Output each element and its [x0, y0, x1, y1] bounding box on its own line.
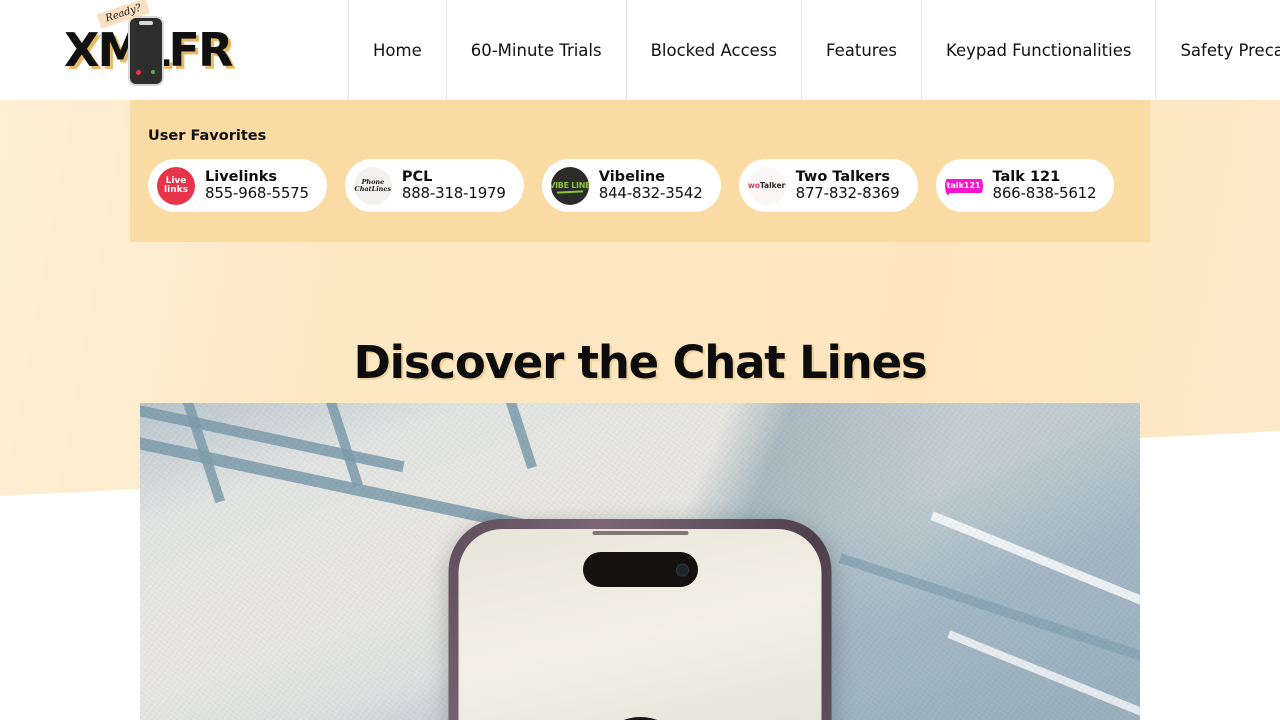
favorite-phone: 855-968-5575 [205, 184, 309, 203]
nav-item-home[interactable]: Home [348, 0, 446, 100]
favorite-phone: 877-832-8369 [795, 184, 900, 203]
user-favorites-title: User Favorites [148, 128, 267, 144]
two-talkers-logo-icon: TwoTalkers [747, 166, 786, 205]
phone-red-dot-icon [136, 70, 141, 75]
favorite-phone: 888-318-1979 [401, 184, 506, 203]
phone-icon [128, 16, 164, 86]
favorite-item-two-talkers[interactable]: TwoTalkers Two Talkers 877-832-8369 [738, 159, 918, 212]
favorite-name: Livelinks [205, 168, 278, 185]
vibeline-logo-text: VIBE LINE [550, 181, 589, 190]
site-header: XMLFR XMLFR Ready? Home 60-Minute Trials… [0, 0, 1280, 100]
nav-item-keypad-functionalities[interactable]: Keypad Functionalities [920, 0, 1156, 100]
user-favorites-panel: User Favorites Live links Livelinks 855-… [130, 100, 1150, 242]
nav-item-60-minute-trials[interactable]: 60-Minute Trials [445, 0, 626, 100]
favorite-name: Vibeline [598, 168, 665, 185]
nav-item-features[interactable]: Features [801, 0, 921, 100]
main-navigation: Home 60-Minute Trials Blocked Access Fea… [348, 0, 1280, 100]
favorite-name: Two Talkers [795, 168, 890, 185]
user-favorites-list: Live links Livelinks 855-968-5575 Phone … [148, 159, 1132, 212]
vibeline-logo-underline [556, 190, 583, 194]
favorite-name: Talk 121 [992, 168, 1061, 185]
hero-image [140, 403, 1140, 720]
front-camera-icon [675, 563, 689, 576]
vibeline-logo-icon: VIBE LINE [550, 166, 589, 205]
phone-notch-icon [139, 21, 153, 25]
talk121-logo-icon: talk121 [944, 166, 983, 205]
phone-speaker-icon [592, 531, 688, 535]
pcl-logo-line2: ChatLines [354, 184, 392, 193]
favorite-name: PCL [401, 168, 433, 185]
favorite-phone: 866-838-5612 [992, 184, 1097, 203]
page-title: Discover the Chat Lines [353, 336, 927, 389]
two-talkers-logo-line1: Two [747, 180, 760, 190]
favorite-item-livelinks[interactable]: Live links Livelinks 855-968-5575 [148, 159, 327, 212]
talk121-logo-text: talk121 [946, 180, 981, 190]
favorite-item-vibeline[interactable]: VIBE LINE Vibeline 844-832-3542 [541, 159, 721, 212]
favorite-item-talk-121[interactable]: talk121 Talk 121 866-838-5612 [935, 159, 1115, 212]
nav-item-safety-precautions[interactable]: Safety Precautions [1155, 0, 1280, 100]
favorite-phone: 844-832-3542 [598, 184, 703, 203]
phone-dynamic-island [582, 552, 698, 587]
phone-chat-lines-logo-icon: Phone ChatLines [353, 166, 392, 205]
favorite-item-pcl[interactable]: Phone ChatLines PCL 888-318-1979 [344, 159, 524, 212]
site-logo[interactable]: XMLFR XMLFR Ready? [0, 0, 348, 100]
phone-screen [458, 529, 822, 720]
livelinks-logo-icon: Live links [157, 166, 195, 205]
phone-green-dot-icon [151, 70, 155, 74]
two-talkers-logo-line2: Talkers [759, 180, 786, 190]
phone-mockup [448, 519, 832, 720]
nav-item-blocked-access[interactable]: Blocked Access [625, 0, 802, 100]
livelinks-logo-line2: links [164, 184, 188, 195]
